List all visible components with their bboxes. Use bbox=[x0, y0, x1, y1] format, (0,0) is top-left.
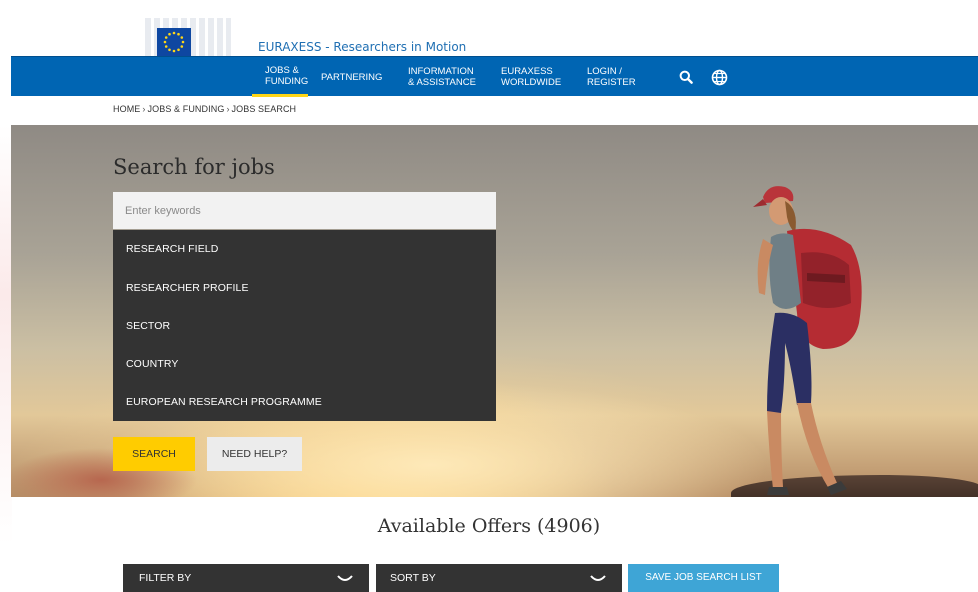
main-navigation: JOBS & FUNDING PARTNERING INFORMATION & … bbox=[11, 56, 978, 97]
nav-item-login-register[interactable]: LOGIN / REGISTER bbox=[587, 57, 641, 97]
breadcrumb-home[interactable]: HOME bbox=[113, 104, 140, 114]
keywords-input[interactable] bbox=[113, 192, 496, 229]
filter-country[interactable]: COUNTRY bbox=[126, 358, 178, 370]
available-offers-heading: Available Offers (4906) bbox=[377, 515, 601, 537]
chevron-down-icon bbox=[590, 575, 606, 581]
nav-item-label: JOBS & FUNDING bbox=[265, 64, 309, 87]
globe-icon[interactable] bbox=[709, 67, 729, 87]
breadcrumb-jobs-search: JOBS SEARCH bbox=[231, 104, 297, 114]
breadcrumb-jobs-funding[interactable]: JOBS & FUNDING bbox=[148, 104, 225, 114]
filter-by-dropdown[interactable]: FILTER BY bbox=[123, 564, 369, 592]
breadcrumb: HOME › JOBS & FUNDING › JOBS SEARCH bbox=[113, 104, 297, 114]
nav-item-information-assistance[interactable]: INFORMATION & ASSISTANCE bbox=[408, 57, 480, 97]
filter-by-label: FILTER BY bbox=[139, 572, 192, 584]
filter-sector[interactable]: SECTOR bbox=[126, 320, 170, 332]
nav-item-label: EURAXESS WORLDWIDE bbox=[501, 66, 562, 88]
eu-flag-icon bbox=[157, 28, 191, 56]
nav-item-label: PARTNERING bbox=[321, 71, 383, 83]
nav-item-partnering[interactable]: PARTNERING bbox=[321, 57, 393, 97]
nav-item-label: INFORMATION & ASSISTANCE bbox=[408, 66, 476, 88]
search-icon[interactable] bbox=[676, 67, 696, 87]
nav-item-label: LOGIN / REGISTER bbox=[587, 66, 636, 88]
hiker-image bbox=[753, 186, 862, 495]
save-job-search-button[interactable]: SAVE JOB SEARCH LIST bbox=[628, 564, 779, 592]
filter-european-research-programme[interactable]: EUROPEAN RESEARCH PROGRAMME bbox=[126, 396, 322, 408]
nav-item-jobs-funding[interactable]: JOBS & FUNDING bbox=[252, 57, 308, 97]
need-help-button[interactable]: NEED HELP? bbox=[207, 437, 302, 471]
search-button[interactable]: SEARCH bbox=[113, 437, 195, 471]
sort-by-label: SORT BY bbox=[390, 572, 436, 584]
nav-item-euraxess-worldwide[interactable]: EURAXESS WORLDWIDE bbox=[501, 57, 567, 97]
filter-researcher-profile[interactable]: RESEARCHER PROFILE bbox=[126, 282, 249, 294]
sort-by-dropdown[interactable]: SORT BY bbox=[376, 564, 622, 592]
filter-research-field[interactable]: RESEARCH FIELD bbox=[126, 243, 218, 255]
page-title: Search for jobs bbox=[113, 155, 275, 179]
chevron-down-icon bbox=[337, 575, 353, 581]
site-name[interactable]: EURAXESS - Researchers in Motion bbox=[258, 40, 466, 54]
filter-list: RESEARCH FIELD RESEARCHER PROFILE SECTOR… bbox=[113, 230, 496, 421]
